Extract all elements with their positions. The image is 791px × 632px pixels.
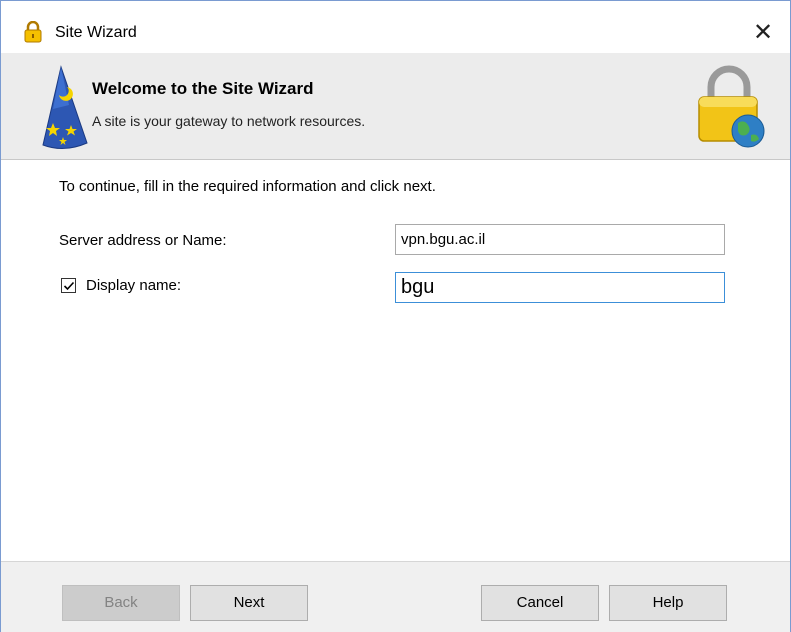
- title-bar: Site Wizard ✕: [1, 1, 790, 53]
- cancel-button[interactable]: Cancel: [481, 585, 599, 621]
- server-address-label: Server address or Name:: [59, 232, 227, 249]
- close-icon: ✕: [752, 19, 774, 46]
- help-button[interactable]: Help: [609, 585, 727, 621]
- lock-icon: [23, 20, 43, 43]
- header-banner: Welcome to the Site Wizard A site is you…: [1, 53, 790, 160]
- back-button[interactable]: Back: [62, 585, 180, 621]
- form-content: To continue, fill in the required inform…: [1, 160, 790, 561]
- button-bar: Back Next Cancel Help: [1, 561, 790, 632]
- banner-subtitle: A site is your gateway to network resour…: [92, 113, 366, 129]
- display-name-label: Display name:: [86, 277, 182, 294]
- display-name-input[interactable]: [395, 272, 725, 303]
- intro-text: To continue, fill in the required inform…: [59, 178, 436, 195]
- display-name-checkbox[interactable]: [61, 278, 76, 293]
- server-address-input[interactable]: [395, 224, 725, 255]
- wizard-hat-icon: [39, 65, 89, 151]
- close-button[interactable]: ✕: [743, 17, 783, 49]
- site-wizard-dialog: Site Wizard ✕ Welcome to the Site Wizard…: [0, 0, 791, 632]
- lock-globe-icon: [693, 65, 769, 149]
- window-title: Site Wizard: [55, 24, 137, 41]
- banner-title: Welcome to the Site Wizard: [92, 79, 314, 98]
- checkmark-icon: [63, 281, 75, 291]
- next-button[interactable]: Next: [190, 585, 308, 621]
